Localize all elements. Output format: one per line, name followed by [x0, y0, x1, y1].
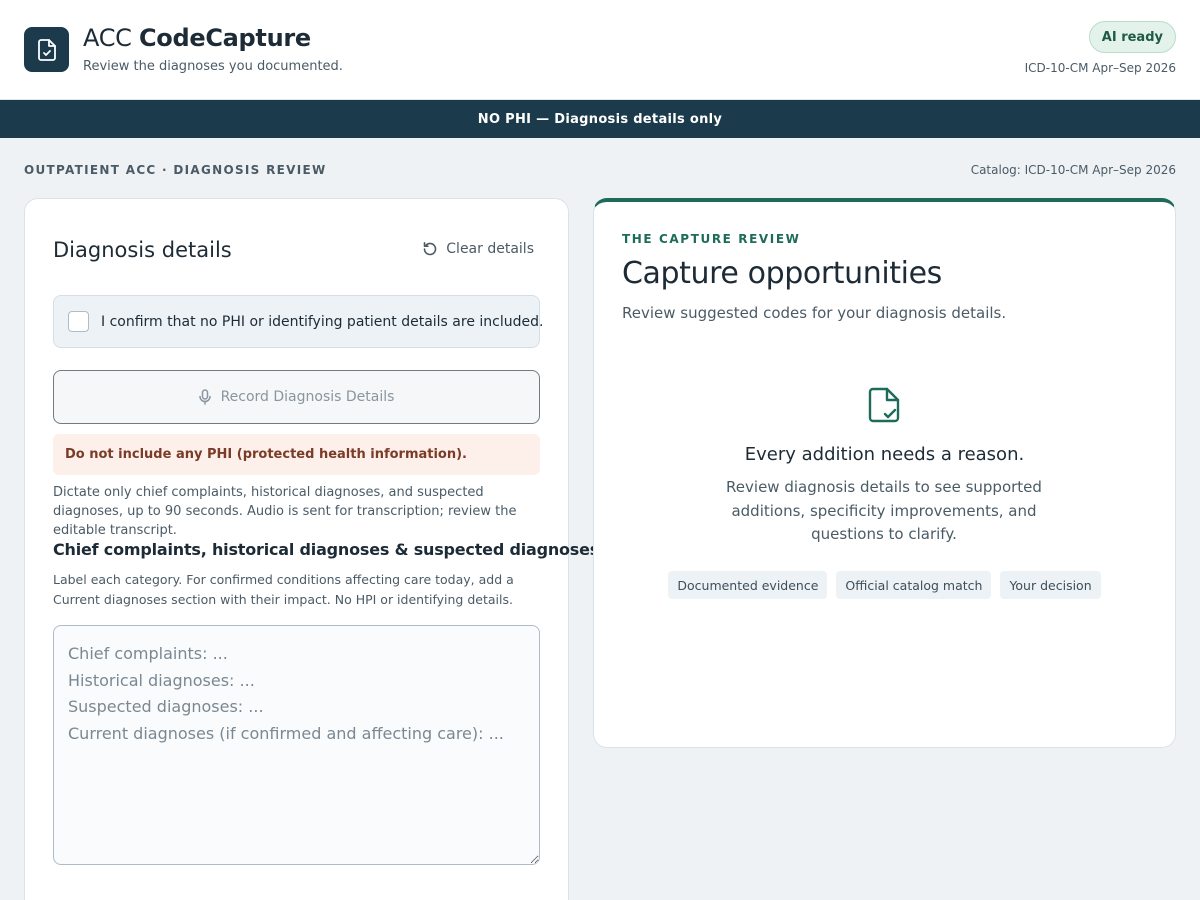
- review-principles: Documented evidence Official catalog mat…: [594, 571, 1175, 599]
- app-header: ACC CodeCapture Review the diagnoses you…: [0, 0, 1200, 100]
- capture-review-card: THE CAPTURE REVIEW Capture opportunities…: [593, 198, 1176, 748]
- review-eyebrow: THE CAPTURE REVIEW: [622, 232, 801, 246]
- card-title: Diagnosis details: [53, 238, 232, 262]
- document-check-icon: [868, 387, 900, 423]
- microphone-icon: [198, 389, 211, 405]
- app-title-prefix: ACC: [83, 24, 132, 52]
- confirm-label: I confirm that no PHI or identifying pat…: [101, 313, 544, 330]
- clear-details-button[interactable]: Clear details: [422, 241, 534, 257]
- catalog-version: ICD-10-CM Apr–Sep 2026: [1024, 61, 1176, 75]
- app-subtitle: Review the diagnoses you documented.: [83, 59, 343, 74]
- field-help-text: Label each category. For confirmed condi…: [53, 572, 514, 607]
- section-catalog: Catalog: ICD-10-CM Apr–Sep 2026: [970, 163, 1176, 177]
- chip-your-decision: Your decision: [1000, 571, 1101, 599]
- phi-warning: Do not include any PHI (protected health…: [53, 434, 540, 475]
- confirm-checkbox[interactable]: [68, 311, 89, 332]
- no-phi-confirmation: I confirm that no PHI or identifying pat…: [53, 295, 544, 348]
- no-phi-banner: NO PHI — Diagnosis details only: [0, 100, 1200, 138]
- record-label: Record Diagnosis Details: [220, 389, 395, 405]
- app-logo: [24, 27, 69, 72]
- dictation-help-text: Dictate only chief complaints, historica…: [53, 485, 517, 538]
- chip-documented-evidence: Documented evidence: [668, 571, 828, 599]
- clear-details-label: Clear details: [446, 241, 534, 257]
- empty-state-title: Every addition needs a reason.: [744, 444, 1025, 465]
- empty-state-description: Review diagnosis details to see supporte…: [726, 478, 1042, 543]
- app-title: ACC CodeCapture: [83, 24, 311, 52]
- review-description: Review suggested codes for your diagnosi…: [622, 304, 1007, 322]
- document-check-icon: [37, 38, 56, 61]
- diagnosis-details-card: Diagnosis details Clear details I confir…: [24, 198, 599, 900]
- diagnosis-details-textarea[interactable]: [53, 625, 540, 865]
- refresh-icon: [423, 242, 437, 256]
- record-diagnosis-button[interactable]: Record Diagnosis Details: [53, 370, 540, 424]
- chip-official-catalog-match: Official catalog match: [836, 571, 992, 599]
- field-heading: Chief complaints, historical diagnoses &…: [53, 540, 600, 559]
- section-label: OUTPATIENT ACC · DIAGNOSIS REVIEW: [24, 163, 327, 177]
- app-title-name: CodeCapture: [138, 24, 311, 52]
- ai-status-badge: AI ready: [1088, 21, 1176, 53]
- review-title: Capture opportunities: [622, 256, 942, 291]
